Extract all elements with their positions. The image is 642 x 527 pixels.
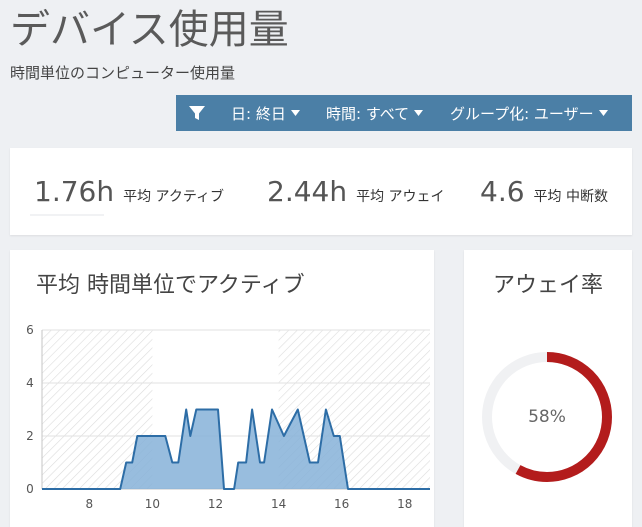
stat-interruptions: 4.6 平均 中断数 [480,174,608,210]
filter-icon[interactable] [188,104,206,122]
stat-away-label: 平均 アウェイ [356,189,445,205]
y-tick-label: 4 [26,376,34,390]
stat-interruptions-value: 4.6 [480,175,525,208]
active-hours-title: 平均 時間単位でアクティブ [36,273,305,298]
stat-active: 1.76h 平均 アクティブ [34,174,224,210]
filter-time-dropdown[interactable]: 時間: すべて [326,95,424,131]
filter-group-dropdown[interactable]: グループ化: ユーザー [450,95,608,131]
page-title: デバイス使用量 [10,7,289,53]
x-tick-label: 18 [397,497,412,511]
filter-bar: 日: 終日 時間: すべて グループ化: ユーザー [176,95,632,131]
y-tick-label: 2 [26,429,34,443]
filter-time-label: 時間: すべて [326,104,410,123]
x-tick-label: 10 [145,497,160,511]
x-tick-label: 14 [271,497,286,511]
x-tick-label: 16 [334,497,349,511]
active-hours-card: 平均 時間単位でアクティブ 0 2 4 6 8 10 12 14 16 18 [10,250,434,527]
x-tick-label: 12 [208,497,223,511]
page-subtitle: 時間単位のコンピューター使用量 [10,64,236,82]
away-rate-card: アウェイ率 58% [464,250,632,527]
filter-day-label: 日: 終日 [231,104,286,123]
filter-day-dropdown[interactable]: 日: 終日 [231,95,300,131]
y-tick-label: 6 [26,323,34,337]
filter-group-label: グループ化: ユーザー [450,104,594,123]
away-rate-value: 58% [528,407,566,427]
chevron-down-icon [414,110,424,116]
stat-active-label: 平均 アクティブ [123,189,225,205]
stat-active-value: 1.76h [34,175,115,208]
away-rate-title: アウェイ率 [492,273,603,298]
chevron-down-icon [598,110,608,116]
chevron-down-icon [290,110,300,116]
stat-away: 2.44h 平均 アウェイ [267,174,445,210]
x-tick-label: 8 [85,497,93,511]
stat-interruptions-label: 平均 中断数 [533,189,608,205]
stat-active-underline [30,214,104,216]
stat-away-value: 2.44h [267,175,348,208]
stats-card: 1.76h 平均 アクティブ 2.44h 平均 アウェイ 4.6 平均 中断数 [10,148,632,235]
y-tick-label: 0 [26,482,34,496]
active-hours-chart: 0 2 4 6 8 10 12 14 16 18 [26,323,430,511]
